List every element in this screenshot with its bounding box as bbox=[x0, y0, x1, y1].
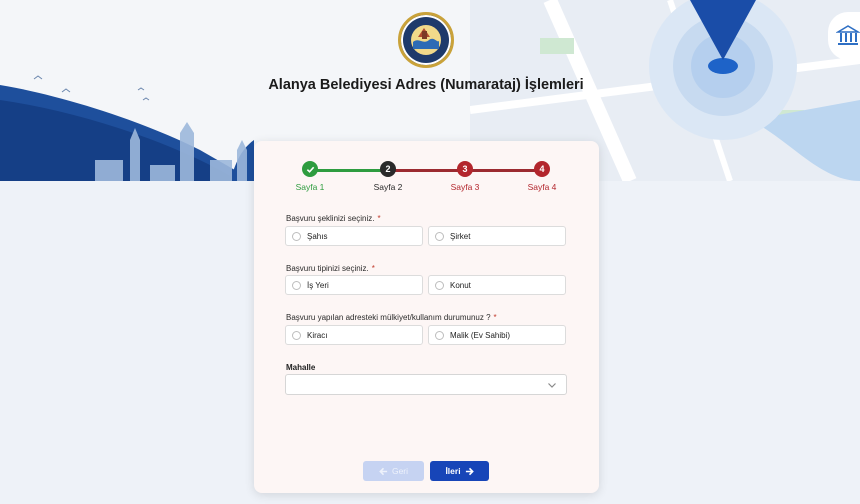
arrow-left-icon bbox=[379, 467, 388, 475]
municipality-seal-icon bbox=[398, 12, 454, 68]
option-label: Şahıs bbox=[307, 231, 328, 241]
step-1-indicator[interactable] bbox=[302, 161, 318, 177]
radio-button[interactable] bbox=[435, 280, 444, 290]
ownership-question: Başvuru yapılan adresteki mülkiyet/kulla… bbox=[286, 313, 497, 322]
step-4-indicator[interactable]: 4 bbox=[534, 161, 550, 177]
radio-button[interactable] bbox=[435, 231, 444, 241]
option-label: Şirket bbox=[450, 231, 471, 241]
option-malik[interactable]: Malik (Ev Sahibi) bbox=[428, 325, 566, 345]
question-text: Başvuru şeklinizi seçiniz. bbox=[286, 214, 375, 223]
option-is-yeri[interactable]: İş Yeri bbox=[285, 275, 423, 295]
next-button[interactable]: İleri bbox=[430, 461, 489, 481]
radio-button[interactable] bbox=[292, 330, 301, 340]
option-label: İş Yeri bbox=[307, 280, 329, 290]
back-button-label: Geri bbox=[391, 466, 409, 476]
radio-button[interactable] bbox=[292, 231, 301, 241]
step-2-label: Sayfa 2 bbox=[373, 182, 403, 192]
arrow-right-icon bbox=[465, 467, 474, 475]
question-text: Başvuru tipinizi seçiniz. bbox=[286, 264, 369, 273]
option-label: Kiracı bbox=[307, 330, 328, 340]
government-building-icon bbox=[828, 12, 860, 60]
step-1-label: Sayfa 1 bbox=[295, 182, 325, 192]
check-icon bbox=[306, 166, 314, 173]
option-label: Konut bbox=[450, 280, 471, 290]
step-3-label: Sayfa 3 bbox=[450, 182, 480, 192]
step-2-indicator[interactable]: 2 bbox=[380, 161, 396, 177]
option-sahis[interactable]: Şahıs bbox=[285, 226, 423, 246]
option-sirket[interactable]: Şirket bbox=[428, 226, 566, 246]
page-title: Alanya Belediyesi Adres (Numarataj) İşle… bbox=[268, 77, 584, 93]
back-button[interactable]: Geri bbox=[363, 461, 424, 481]
option-konut[interactable]: Konut bbox=[428, 275, 566, 295]
next-button-label: İleri bbox=[445, 466, 461, 476]
option-kiraci[interactable]: Kiracı bbox=[285, 325, 423, 345]
application-form-question: Başvuru şeklinizi seçiniz. * bbox=[286, 214, 381, 223]
step-3-indicator[interactable]: 3 bbox=[457, 161, 473, 177]
required-asterisk: * bbox=[377, 214, 381, 223]
radio-button[interactable] bbox=[292, 280, 301, 290]
mahalle-label: Mahalle bbox=[286, 363, 316, 372]
question-text: Başvuru yapılan adresteki mülkiyet/kulla… bbox=[286, 313, 491, 322]
mahalle-select[interactable] bbox=[285, 374, 567, 395]
application-type-question: Başvuru tipinizi seçiniz. * bbox=[286, 264, 375, 273]
stepper-line-completed bbox=[312, 169, 388, 172]
radio-button[interactable] bbox=[435, 330, 444, 340]
step-4-label: Sayfa 4 bbox=[527, 182, 557, 192]
required-asterisk: * bbox=[493, 313, 497, 322]
option-label: Malik (Ev Sahibi) bbox=[450, 330, 511, 340]
required-asterisk: * bbox=[371, 264, 375, 273]
chevron-down-icon bbox=[548, 383, 556, 388]
